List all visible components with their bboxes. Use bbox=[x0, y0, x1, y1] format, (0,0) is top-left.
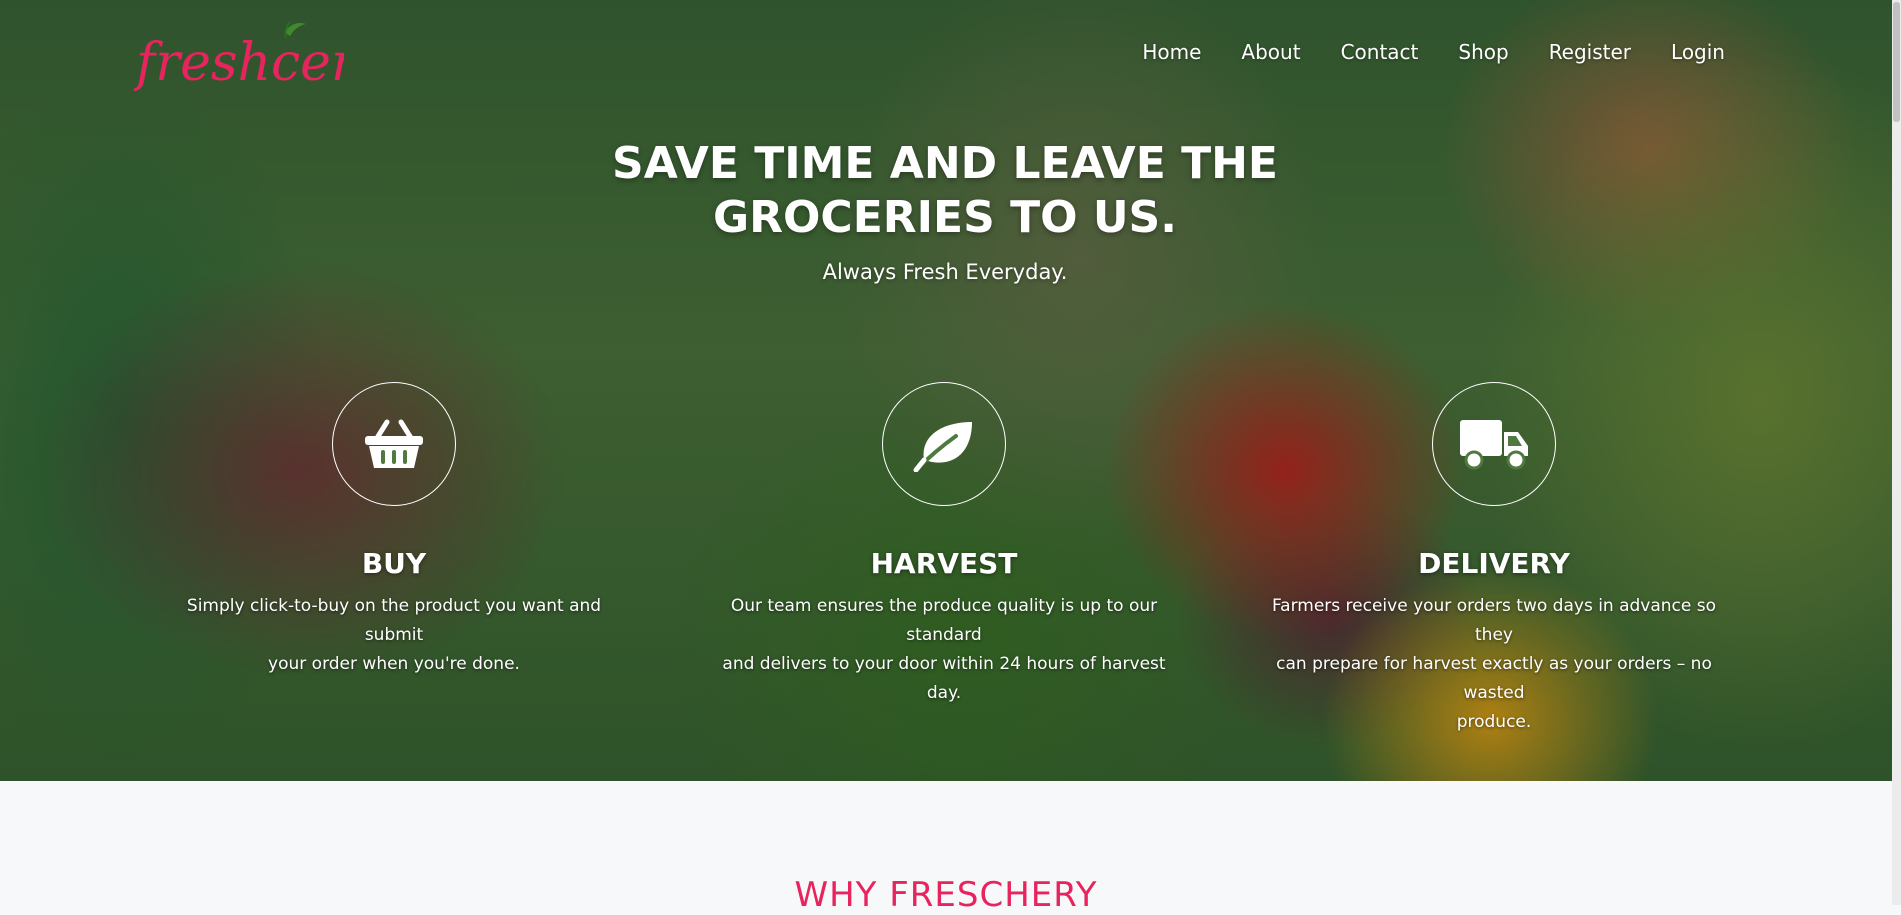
feature-buy: BUY Simply click-to-buy on the product y… bbox=[159, 382, 629, 679]
nav-home[interactable]: Home bbox=[1142, 40, 1201, 64]
feature-delivery-desc-line3: produce. bbox=[1456, 712, 1532, 732]
why-section-title: WHY FRESCHERY bbox=[794, 875, 1098, 915]
feature-harvest-desc-line2: and delivers to your door within 24 hour… bbox=[722, 654, 1166, 703]
nav-login[interactable]: Login bbox=[1671, 40, 1725, 64]
hero-headline-line1: SAVE TIME AND LEAVE THE bbox=[612, 138, 1278, 189]
shopping-basket-icon bbox=[365, 419, 423, 468]
feature-buy-circle bbox=[332, 382, 456, 506]
main-nav: Home About Contact Shop Register Login bbox=[1142, 40, 1725, 64]
feature-harvest-description: Our team ensures the produce quality is … bbox=[709, 592, 1179, 708]
feature-delivery-circle bbox=[1432, 382, 1556, 506]
nav-about[interactable]: About bbox=[1241, 40, 1300, 64]
feature-buy-description: Simply click-to-buy on the product you w… bbox=[159, 592, 629, 679]
nav-contact[interactable]: Contact bbox=[1341, 40, 1419, 64]
nav-shop[interactable]: Shop bbox=[1458, 40, 1508, 64]
feature-harvest-circle bbox=[882, 382, 1006, 506]
hero-subheadline: Always Fresh Everyday. bbox=[822, 260, 1068, 284]
brand-logo[interactable]: freshcery bbox=[132, 18, 386, 98]
scrollbar-thumb[interactable] bbox=[1893, 2, 1900, 122]
logo-graphic: freshcery bbox=[132, 21, 386, 93]
hero-headline: SAVE TIME AND LEAVE THE GROCERIES TO US. bbox=[560, 137, 1330, 245]
hero-banner: freshcery Home About Contact Shop Regist… bbox=[0, 0, 1892, 781]
feature-delivery-desc-line1: Farmers receive your orders two days in … bbox=[1271, 596, 1717, 645]
svg-text:freshcery: freshcery bbox=[134, 33, 344, 93]
leaf-icon bbox=[913, 422, 972, 472]
feature-delivery-title: DELIVERY bbox=[1418, 547, 1570, 580]
feature-buy-desc-line2: your order when you're done. bbox=[268, 654, 520, 674]
feature-delivery-description: Farmers receive your orders two days in … bbox=[1259, 592, 1729, 737]
feature-harvest-title: HARVEST bbox=[870, 547, 1018, 580]
feature-delivery: DELIVERY Farmers receive your orders two… bbox=[1259, 382, 1729, 737]
delivery-truck-icon bbox=[1460, 420, 1528, 470]
feature-buy-title: BUY bbox=[361, 547, 427, 580]
feature-harvest-desc-line1: Our team ensures the produce quality is … bbox=[730, 596, 1158, 645]
feature-buy-desc-line1: Simply click-to-buy on the product you w… bbox=[186, 596, 602, 645]
page-scrollbar[interactable] bbox=[1892, 0, 1901, 905]
feature-harvest: HARVEST Our team ensures the produce qua… bbox=[709, 382, 1179, 708]
hero-headline-line2: GROCERIES TO US. bbox=[713, 192, 1177, 243]
feature-delivery-desc-line2: can prepare for harvest exactly as your … bbox=[1276, 654, 1712, 703]
nav-register[interactable]: Register bbox=[1549, 40, 1631, 64]
